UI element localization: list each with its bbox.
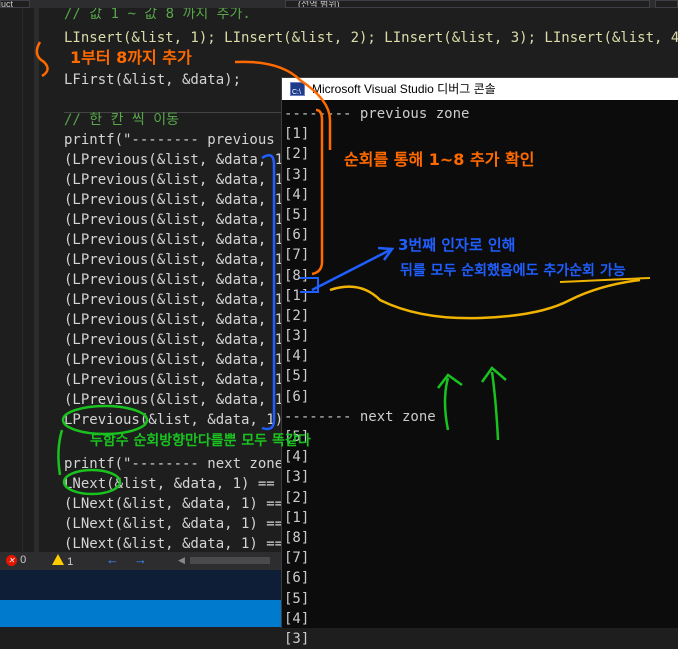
- code-printf-previous: printf("-------- previous z: [64, 132, 292, 148]
- code-previous-call: (LPrevious(&list, &data, 1): [64, 352, 292, 368]
- code-previous-call: (LPrevious(&list, &data, 1): [64, 152, 292, 168]
- code-printf-next: printf("-------- next zone: [64, 456, 284, 472]
- error-icon: ✕: [6, 555, 17, 566]
- console-line: [2]: [284, 307, 310, 324]
- console-line: [5]: [284, 429, 310, 445]
- error-indicator[interactable]: ✕ 0: [6, 554, 26, 566]
- console-line: [4]: [284, 186, 310, 203]
- console-title-bar[interactable]: Microsoft Visual Studio 디버그 콘솔: [282, 78, 678, 104]
- scope-dropdown-label: (전역 범위): [298, 0, 340, 8]
- code-previous-call: (LPrevious(&list, &data, 1): [64, 252, 292, 268]
- code-previous-call: (LPrevious(&list, &data, 1): [64, 232, 292, 248]
- code-previous-call: (LPrevious(&list, &data, 1): [64, 272, 292, 288]
- code-comment-move: // 한 칸 씩 이동: [64, 112, 179, 128]
- console-line: [4]: [284, 610, 310, 627]
- code-previous-call: (LPrevious(&list, &data, 1): [64, 312, 292, 328]
- output-panel-area: [0, 570, 283, 627]
- code-next-call: (LNext(&list, &data, 1) ==: [64, 536, 284, 552]
- console-app-icon: [290, 82, 305, 104]
- console-line: [4]: [284, 348, 310, 365]
- code-next-fn: LNext: [64, 476, 107, 492]
- code-next-args: (&list, &data, 1) ==: [106, 476, 275, 492]
- type-dropdown-label: uct: [1, 0, 14, 8]
- code-next-call-first: LNext(&list, &data, 1) ==: [64, 474, 275, 494]
- code-previous-call: (LPrevious(&list, &data, 1): [64, 392, 292, 408]
- type-dropdown[interactable]: uct: [0, 0, 30, 8]
- code-comment-add: // 값 1 ~ 값 8 까지 추가.: [64, 8, 251, 22]
- console-line: [3]: [284, 328, 310, 345]
- change-marker-margin: [34, 8, 39, 552]
- console-line: [1]: [284, 509, 310, 526]
- code-next-call: (LNext(&list, &data, 1) ==: [64, 516, 284, 532]
- console-line: [6]: [284, 388, 310, 405]
- back-arrow-icon[interactable]: ←: [106, 552, 119, 567]
- green-note: 두함수 순회방향만다를뿐 모두 똑같다: [90, 433, 311, 449]
- orange-note-verify: 순회를 통해 1~8 추가 확인: [344, 150, 535, 169]
- code-previous-fn: LPrevious: [64, 412, 140, 428]
- code-previous-call: (LPrevious(&list, &data, 1): [64, 332, 292, 348]
- code-previous-call: (LPrevious(&list, &data, 1): [64, 192, 292, 208]
- code-previous-call: (LPrevious(&list, &data, 1): [64, 292, 292, 308]
- console-line: [5]: [284, 368, 310, 385]
- line-number-gutter: [0, 8, 34, 552]
- code-line-first: LFirst(&list, &data);: [64, 72, 242, 88]
- scope-dropdown[interactable]: (전역 범위): [285, 0, 650, 8]
- console-line: -------- next zone: [284, 408, 436, 425]
- code-previous-call-last: LPrevious(&list, &data, 1): [64, 410, 283, 430]
- code-previous-call: (LPrevious(&list, &data, 1): [64, 212, 292, 228]
- horizontal-scrollbar-thumb[interactable]: [190, 557, 270, 564]
- console-line: [2]: [284, 489, 310, 506]
- code-previous-args: (&list, &data, 1): [139, 412, 284, 428]
- console-line: [1]: [284, 126, 310, 143]
- console-line: [1]: [284, 287, 310, 304]
- console-line: -------- previous zone: [284, 106, 470, 122]
- scroll-left-icon[interactable]: ◀: [178, 555, 185, 566]
- blue-note-line2: 뒤를 모두 순회했음에도 추가순회 가능: [400, 263, 626, 279]
- console-line: [6]: [284, 570, 310, 587]
- console-line: [5]: [284, 590, 310, 607]
- member-dropdown[interactable]: [655, 0, 678, 8]
- code-editor[interactable]: // 값 1 ~ 값 8 까지 추가. LFirst(&list, &data)…: [40, 8, 300, 552]
- editor-navigation-bar: uct (전역 범위): [0, 0, 678, 8]
- console-line: [8]: [284, 529, 310, 546]
- console-line: [4]: [284, 449, 310, 466]
- console-output: -------- previous zone [1] [2] [3] [4] [5] [6]…: [284, 104, 674, 649]
- code-next-call: (LNext(&list, &data, 1) ==: [64, 496, 284, 512]
- editor-status-bar: ✕ 0 1 ← → ◀: [0, 552, 283, 570]
- forward-arrow-icon[interactable]: →: [134, 552, 147, 567]
- orange-note-add: 1부터 8까지 추가: [70, 48, 192, 67]
- warning-indicator[interactable]: 1: [52, 554, 73, 568]
- window-status-strip: [0, 600, 283, 627]
- blue-note-line1: 3번째 인자로 인해: [398, 236, 516, 254]
- code-previous-call: (LPrevious(&list, &data, 1): [64, 172, 292, 188]
- warning-count: 1: [67, 556, 74, 568]
- warning-icon: [52, 554, 64, 565]
- code-previous-call: (LPrevious(&list, &data, 1): [64, 372, 292, 388]
- console-line: [7]: [284, 550, 310, 567]
- console-title: Microsoft Visual Studio 디버그 콘솔: [312, 82, 496, 96]
- error-count: 0: [20, 554, 27, 566]
- gutter-divider: [22, 8, 23, 552]
- console-line: [3]: [284, 630, 310, 647]
- console-line: [3]: [284, 469, 310, 486]
- console-line: [5]: [284, 206, 310, 223]
